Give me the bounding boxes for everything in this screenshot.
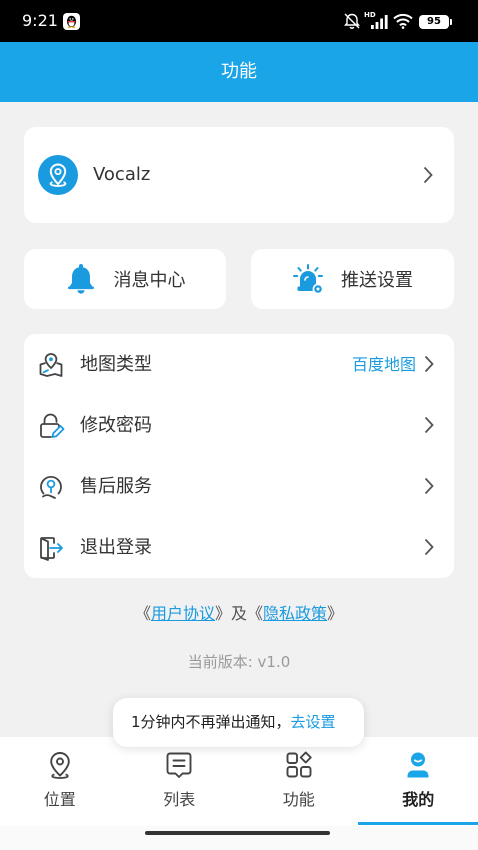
agreement-close-bracket: 》 [327,604,344,623]
toast-settings-link[interactable]: 去设置 [291,713,336,731]
chevron-right-icon [424,355,434,373]
nav-tab-label: 位置 [43,790,76,809]
menu-item-label: 退出登录 [80,537,152,558]
agreement-open-bracket: 《 [134,604,151,623]
message-center-button[interactable]: 消息中心 [24,249,226,309]
app-header: 功能 [0,42,478,102]
nav-tab-label: 列表 [163,790,196,809]
chevron-right-icon [423,166,433,184]
agreement-middle: 》及《 [214,604,263,623]
qq-notification-icon [63,13,80,30]
settings-menu: 地图类型 百度地图 修改密码 售后服务 退出登录 [24,334,454,578]
location-pin-icon [38,155,78,195]
nav-tab-functions[interactable]: 功能 [239,737,359,826]
status-bar: 9:21 HD 95 [0,0,478,42]
nav-tab-label: 功能 [282,790,315,809]
bell-icon [65,263,97,295]
service-icon [37,473,65,501]
active-tab-indicator [358,822,478,825]
notification-toast: 1分钟内不再弹出通知，去设置 [113,698,364,747]
message-center-label: 消息中心 [113,270,186,291]
battery-nub [450,19,452,25]
user-agreement-link[interactable]: 用户协议 [151,604,215,623]
status-time: 9:21 [22,11,58,30]
menu-item-logout[interactable]: 退出登录 [24,517,454,578]
chevron-right-icon [424,477,434,495]
menu-item-label: 修改密码 [80,415,152,436]
user-icon [403,750,433,780]
battery-level: 95 [427,16,441,27]
battery-icon: 95 [419,15,449,29]
map-type-value: 百度地图 [351,355,416,374]
menu-item-label: 地图类型 [80,354,152,375]
profile-name: Vocalz [93,164,151,185]
lock-edit-icon [37,412,65,440]
push-settings-label: 推送设置 [341,270,413,291]
list-icon [164,750,194,780]
menu-item-after-sales[interactable]: 售后服务 [24,456,454,517]
page-title: 功能 [221,61,257,82]
app-version: 当前版本: v1.0 [187,653,291,671]
signal-icon [371,15,388,29]
location-icon [45,750,75,780]
bottom-nav: 位置 列表 功能 我的 [0,737,478,826]
push-settings-button[interactable]: 推送设置 [251,249,454,309]
wifi-icon [393,13,413,29]
map-icon [37,351,65,379]
alarm-light-icon [292,263,324,295]
chevron-right-icon [424,538,434,556]
mute-bell-icon [343,12,361,30]
nav-tab-mine[interactable]: 我的 [359,737,478,826]
nav-tab-list[interactable]: 列表 [120,737,240,826]
home-gesture-bar[interactable] [145,831,330,835]
menu-item-label: 售后服务 [80,476,152,497]
toast-message: 1分钟内不再弹出通知， [131,713,291,731]
menu-item-map-type[interactable]: 地图类型 百度地图 [24,334,454,395]
privacy-policy-link[interactable]: 隐私政策 [263,604,327,623]
agreement-line: 《用户协议》及《隐私政策》 [0,602,478,626]
menu-item-change-password[interactable]: 修改密码 [24,395,454,456]
logout-icon [37,534,65,562]
nav-tab-location[interactable]: 位置 [0,737,120,826]
gesture-area [0,826,478,850]
apps-icon [284,750,314,780]
chevron-right-icon [424,416,434,434]
profile-card[interactable]: Vocalz [24,127,454,223]
nav-tab-label: 我的 [402,790,435,809]
